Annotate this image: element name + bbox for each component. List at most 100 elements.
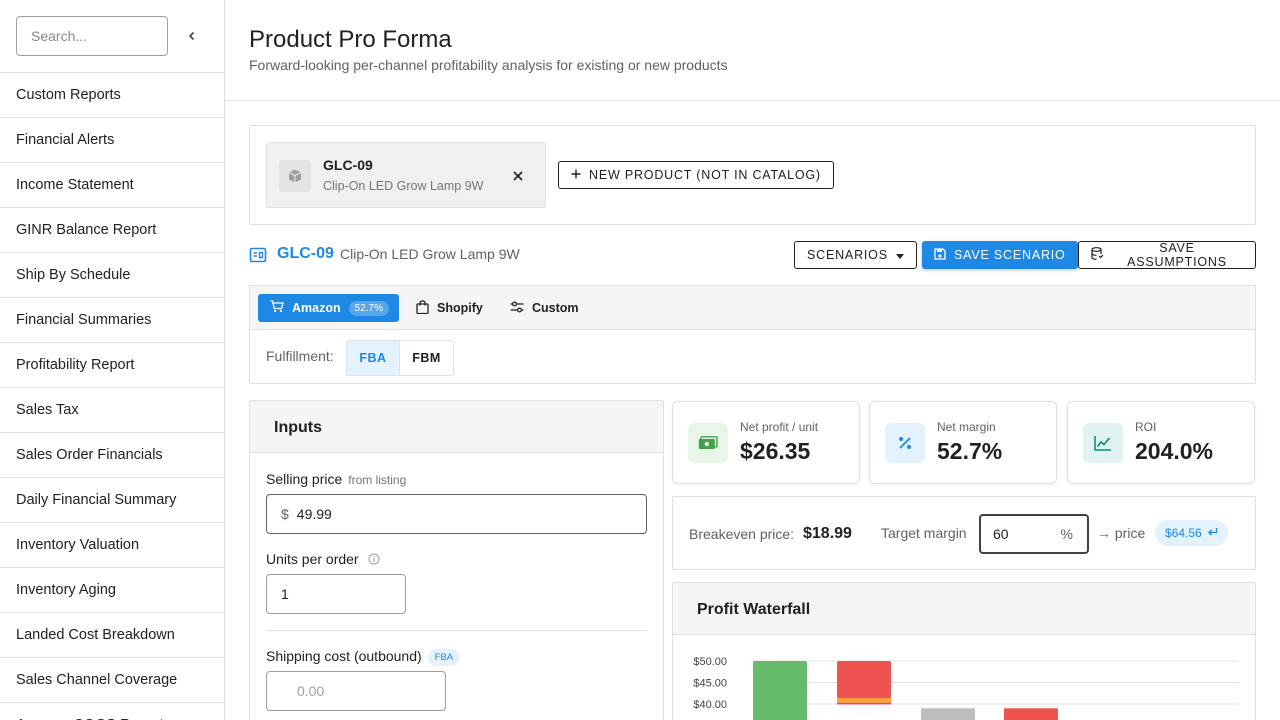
enter-return-icon <box>1207 526 1218 540</box>
units-per-order-label: Units per order <box>266 551 380 568</box>
info-icon[interactable] <box>368 552 380 568</box>
roi-value: 204.0% <box>1135 438 1214 464</box>
sidebar-search-input[interactable] <box>16 16 168 56</box>
sidebar-item-ship-by-schedule[interactable]: Ship By Schedule <box>0 253 224 298</box>
sidebar-item-custom-reports[interactable]: Custom Reports <box>0 73 224 118</box>
waterfall-bar[interactable] <box>837 661 891 699</box>
caret-down-icon <box>895 248 904 262</box>
fulfillment-fba-button[interactable]: FBA <box>347 341 400 375</box>
product-card-icon <box>249 246 267 264</box>
close-icon[interactable] <box>507 165 529 187</box>
sidebar-item-sales-tax[interactable]: Sales Tax <box>0 388 224 433</box>
waterfall-y-tick-label: $50.00 <box>693 656 727 668</box>
waterfall-bar[interactable] <box>837 702 891 705</box>
fulfillment-toggle-group: FBA FBM <box>346 340 454 376</box>
shipping-cost-label-text: Shipping cost (outbound) <box>266 648 422 664</box>
currency-prefix: $ <box>281 506 289 522</box>
scenarios-button[interactable]: SCENARIOS <box>794 241 917 269</box>
sidebar-item-financial-summaries[interactable]: Financial Summaries <box>0 298 224 343</box>
channel-panel: Amazon 52.7% Shopify Custom Fulfillment:… <box>249 285 1256 384</box>
breakeven-label: Breakeven price: <box>689 526 795 542</box>
target-price-chip[interactable]: $64.56 <box>1155 520 1228 546</box>
target-margin-input[interactable] <box>993 526 1053 542</box>
trend-chart-icon <box>1083 423 1123 463</box>
waterfall-bar[interactable] <box>837 698 891 703</box>
product-selection-panel: GLC-09 Clip-On LED Grow Lamp 9W NEW PROD… <box>249 125 1256 225</box>
sidebar-item-income-statement[interactable]: Income Statement <box>0 163 224 208</box>
waterfall-y-tick-label: $45.00 <box>693 678 727 690</box>
sidebar-item-financial-alerts[interactable]: Financial Alerts <box>0 118 224 163</box>
sidebar-item-daily-financial-summary[interactable]: Daily Financial Summary <box>0 478 224 523</box>
selling-price-hint: from listing <box>348 473 407 487</box>
page-header: Product Pro Forma Forward-looking per-ch… <box>225 0 1280 101</box>
shipping-cost-field <box>266 671 446 711</box>
cash-icon <box>688 423 728 463</box>
units-per-order-field <box>266 574 406 614</box>
sidebar-item-ginr-balance-report[interactable]: GINR Balance Report <box>0 208 224 253</box>
tab-custom-label: Custom <box>532 301 579 315</box>
fulfillment-label: Fulfillment: <box>266 348 334 364</box>
channel-tabs: Amazon 52.7% Shopify Custom <box>250 286 1255 330</box>
amazon-margin-badge: 52.7% <box>348 300 389 316</box>
sidebar-item-profitability-report[interactable]: Profitability Report <box>0 343 224 388</box>
package-icon <box>279 160 311 192</box>
target-margin-field: % <box>979 514 1089 554</box>
shipping-cost-label: Shipping cost (outbound) FBA <box>266 648 461 666</box>
percent-icon <box>885 423 925 463</box>
roi-label: ROI <box>1135 420 1157 434</box>
tab-custom[interactable]: Custom <box>500 294 589 322</box>
sidebar-item-amazon-cogs-report[interactable]: Amazon COGS Report <box>0 703 224 720</box>
save-assumptions-button[interactable]: SAVE ASSUMPTIONS <box>1078 241 1256 269</box>
page-title: Product Pro Forma <box>249 26 452 53</box>
shopping-bag-icon <box>416 299 429 317</box>
units-per-order-input[interactable] <box>281 586 391 602</box>
selected-sku: GLC-09 <box>277 245 334 262</box>
net-margin-value: 52.7% <box>937 438 1003 464</box>
sidebar-item-inventory-valuation[interactable]: Inventory Valuation <box>0 523 224 568</box>
sidebar: Custom Reports Financial Alerts Income S… <box>0 0 225 720</box>
page-subtitle: Forward-looking per-channel profitabilit… <box>249 57 728 73</box>
waterfall-bar[interactable] <box>753 661 807 720</box>
product-chip-sku: GLC-09 <box>323 157 373 173</box>
tab-amazon[interactable]: Amazon 52.7% <box>258 294 399 322</box>
net-profit-label: Net profit / unit <box>740 420 819 434</box>
breakeven-panel: Breakeven price: $18.99 Target margin % … <box>672 496 1256 570</box>
inputs-divider <box>266 630 647 631</box>
sidebar-item-inventory-aging[interactable]: Inventory Aging <box>0 568 224 613</box>
waterfall-y-tick-label: $40.00 <box>693 699 727 711</box>
inputs-panel: Inputs Selling price from listing $ Units… <box>249 400 664 720</box>
sliders-icon <box>510 300 524 316</box>
net-margin-label: Net margin <box>937 420 996 434</box>
tab-shopify[interactable]: Shopify <box>406 294 493 322</box>
selling-price-input[interactable] <box>296 506 632 522</box>
fulfillment-row: Fulfillment: FBA FBM <box>250 330 1255 384</box>
sidebar-item-sales-order-financials[interactable]: Sales Order Financials <box>0 433 224 478</box>
sidebar-item-sales-channel-coverage[interactable]: Sales Channel Coverage <box>0 658 224 703</box>
selling-price-label: Selling price from listing <box>266 471 406 487</box>
save-scenario-label: SAVE SCENARIO <box>954 248 1066 262</box>
shipping-fba-badge: FBA <box>427 648 461 666</box>
database-save-icon <box>1091 247 1104 263</box>
sidebar-item-landed-cost-breakdown[interactable]: Landed Cost Breakdown <box>0 613 224 658</box>
profit-waterfall-panel: Profit Waterfall $50.00 $45.00 $40.00 <box>672 582 1256 720</box>
chevron-left-icon[interactable] <box>182 26 202 46</box>
save-icon <box>934 247 946 263</box>
cart-icon <box>270 300 284 316</box>
kpi-net-margin-card: Net margin 52.7% <box>869 401 1057 484</box>
selling-price-label-text: Selling price <box>266 471 343 487</box>
shipping-cost-input[interactable] <box>297 683 431 699</box>
net-profit-value: $26.35 <box>740 438 811 464</box>
breakeven-value: $18.99 <box>803 525 852 542</box>
main-content: Product Pro Forma Forward-looking per-ch… <box>225 0 1280 720</box>
target-margin-percent: % <box>1060 526 1073 542</box>
new-product-button[interactable]: NEW PRODUCT (NOT IN CATALOG) <box>558 161 834 189</box>
selected-product-chip[interactable]: GLC-09 Clip-On LED Grow Lamp 9W <box>266 142 546 208</box>
waterfall-bar[interactable] <box>1004 708 1058 720</box>
tab-shopify-label: Shopify <box>437 301 483 315</box>
scenarios-label: SCENARIOS <box>807 248 888 262</box>
new-product-label: NEW PRODUCT (NOT IN CATALOG) <box>589 168 821 182</box>
save-scenario-button[interactable]: SAVE SCENARIO <box>922 241 1078 269</box>
waterfall-bar[interactable] <box>921 708 975 720</box>
fulfillment-fbm-button[interactable]: FBM <box>400 341 453 375</box>
plus-icon <box>571 168 581 182</box>
